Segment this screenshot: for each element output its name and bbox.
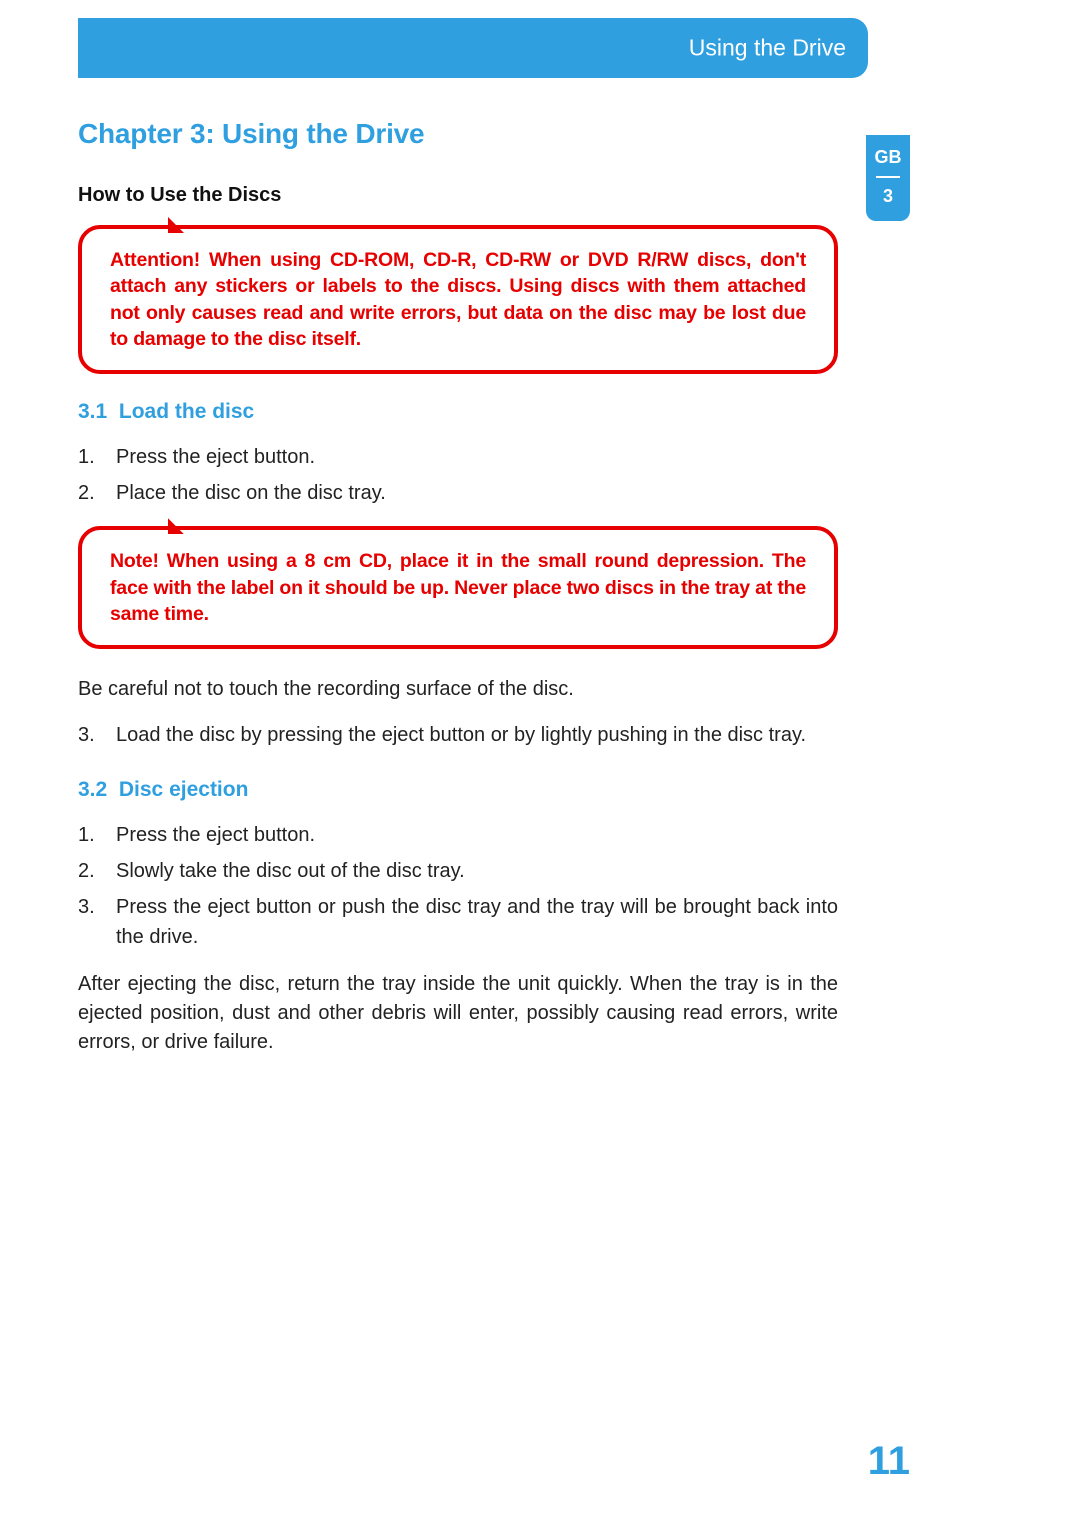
subsection-title: Load the disc <box>119 400 254 423</box>
side-tab: GB 3 <box>866 135 910 221</box>
steps-3-1-a: 1. Press the eject button. 2. Place the di… <box>78 442 838 508</box>
page-content: Chapter 3: Using the Drive How to Use th… <box>78 118 838 1073</box>
note-text: Note! When using a 8 cm CD, place it in … <box>110 548 806 627</box>
list-item: 3. Load the disc by pressing the eject bu… <box>78 720 838 750</box>
callout-notch-icon <box>168 217 184 233</box>
note-box: Note! When using a 8 cm CD, place it in … <box>78 526 838 649</box>
subsection-title: Disc ejection <box>119 778 249 801</box>
header-band: Using the Drive <box>78 18 868 78</box>
steps-3-2: 1. Press the eject button. 2. Slowly take … <box>78 820 838 952</box>
steps-3-1-b: 3. Load the disc by pressing the eject bu… <box>78 720 838 750</box>
list-item: 1. Press the eject button. <box>78 442 838 472</box>
step-text: Load the disc by pressing the eject butt… <box>116 720 806 750</box>
subsection-3-2: 3.2 Disc ejection <box>78 778 838 802</box>
page-number: 11 <box>868 1439 910 1484</box>
side-tab-lang: GB <box>875 147 902 168</box>
side-tab-chapter: 3 <box>883 186 893 207</box>
step-number: 2. <box>78 478 100 508</box>
step-number: 3. <box>78 892 100 952</box>
attention-text: Attention! When using CD-ROM, CD-R, CD-R… <box>110 247 806 352</box>
list-item: 2. Place the disc on the disc tray. <box>78 478 838 508</box>
step-text: Press the eject button. <box>116 820 315 850</box>
subsection-3-1: 3.1 Load the disc <box>78 400 838 424</box>
body-paragraph: After ejecting the disc, return the tray… <box>78 970 838 1057</box>
list-item: 1. Press the eject button. <box>78 820 838 850</box>
step-number: 1. <box>78 442 100 472</box>
attention-box: Attention! When using CD-ROM, CD-R, CD-R… <box>78 225 838 374</box>
header-title: Using the Drive <box>689 35 846 62</box>
subsection-number: 3.2 <box>78 778 107 801</box>
step-number: 2. <box>78 856 100 886</box>
step-number: 1. <box>78 820 100 850</box>
callout-notch-icon <box>168 518 184 534</box>
step-text: Press the eject button or push the disc … <box>116 892 838 952</box>
side-tab-divider <box>876 176 900 178</box>
step-text: Press the eject button. <box>116 442 315 472</box>
step-text: Place the disc on the disc tray. <box>116 478 386 508</box>
body-paragraph: Be careful not to touch the recording su… <box>78 675 838 704</box>
list-item: 3. Press the eject button or push the dis… <box>78 892 838 952</box>
step-number: 3. <box>78 720 100 750</box>
chapter-heading: Chapter 3: Using the Drive <box>78 118 838 150</box>
section-heading: How to Use the Discs <box>78 184 838 207</box>
subsection-number: 3.1 <box>78 400 107 423</box>
list-item: 2. Slowly take the disc out of the disc t… <box>78 856 838 886</box>
step-text: Slowly take the disc out of the disc tra… <box>116 856 465 886</box>
